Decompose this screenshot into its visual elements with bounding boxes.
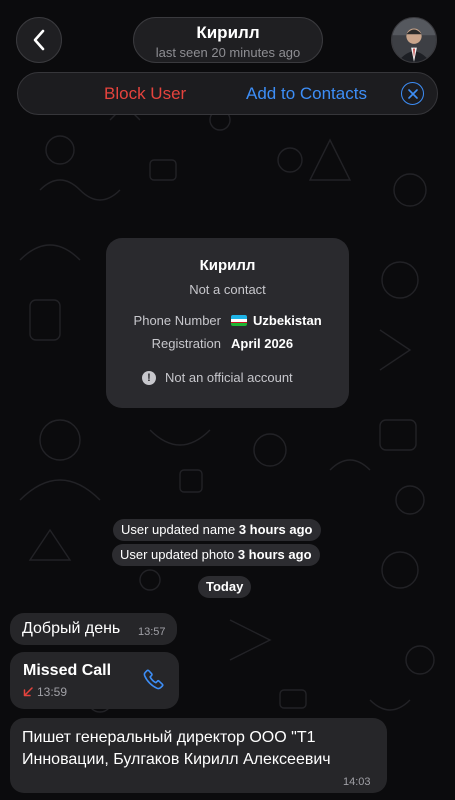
- exclamation-icon: !: [142, 370, 156, 385]
- service-photo-text: User updated photo: [120, 547, 235, 562]
- missed-call-time: 13:59: [37, 685, 68, 699]
- missed-call-meta: 13:59: [23, 685, 67, 699]
- missed-call-title: Missed Call: [23, 662, 112, 679]
- phone-country: Uzbekistan: [253, 313, 322, 328]
- add-to-contacts-button[interactable]: Add to Contacts: [246, 84, 367, 104]
- phone-icon[interactable]: [142, 667, 166, 691]
- card-contact-status: Not a contact: [189, 282, 266, 297]
- registration-value: April 2026: [231, 336, 294, 351]
- registration-row: Registration April 2026: [106, 336, 349, 354]
- back-button[interactable]: [16, 17, 62, 63]
- service-name-text: User updated name: [121, 522, 236, 537]
- chevron-left-icon: [33, 29, 45, 51]
- close-icon: [407, 88, 418, 99]
- service-message-name-update: User updated name 3 hours ago: [113, 519, 321, 541]
- missed-arrow-icon: [23, 687, 33, 697]
- new-contact-action-bar: Block User Add to Contacts: [17, 72, 438, 115]
- official-account-note: ! Not an official account: [142, 370, 293, 385]
- service-message-photo-update: User updated photo 3 hours ago: [112, 544, 320, 566]
- contact-info-card: Кирилл Not a contact Phone Number Uzbeki…: [106, 238, 349, 408]
- service-name-time: 3 hours ago: [238, 522, 313, 537]
- message-bubble[interactable]: Добрый день 13:57: [10, 613, 177, 645]
- uzbekistan-flag-icon: [231, 315, 247, 326]
- contact-name: Кирилл: [196, 23, 260, 42]
- card-contact-name: Кирилл: [199, 257, 256, 274]
- message-text: Добрый день: [22, 620, 121, 637]
- phone-number-row: Phone Number Uzbekistan: [106, 313, 349, 331]
- date-divider: Today: [198, 576, 252, 598]
- phone-number-label: Phone Number: [133, 313, 221, 328]
- service-photo-time: 3 hours ago: [237, 547, 312, 562]
- missed-call-bubble[interactable]: Missed Call 13:59: [10, 652, 179, 709]
- message-text-long: Пишет генеральный директор ООО "Т1 Иннов…: [22, 729, 331, 768]
- message-bubble-long[interactable]: Пишет генеральный директор ООО "Т1 Иннов…: [10, 718, 387, 793]
- registration-label: Registration: [151, 336, 221, 351]
- block-user-button[interactable]: Block User: [104, 84, 186, 104]
- close-button[interactable]: [401, 82, 424, 105]
- chat-title[interactable]: Кирилл last seen 20 minutes ago: [133, 17, 323, 63]
- message-time: 13:57: [138, 626, 166, 638]
- official-note-text: Not an official account: [165, 370, 293, 385]
- avatar-photo: [392, 18, 436, 62]
- message-time-long: 14:03: [343, 776, 371, 788]
- phone-number-value: Uzbekistan: [231, 313, 322, 328]
- last-seen-status: last seen 20 minutes ago: [155, 45, 301, 60]
- avatar[interactable]: [391, 17, 437, 63]
